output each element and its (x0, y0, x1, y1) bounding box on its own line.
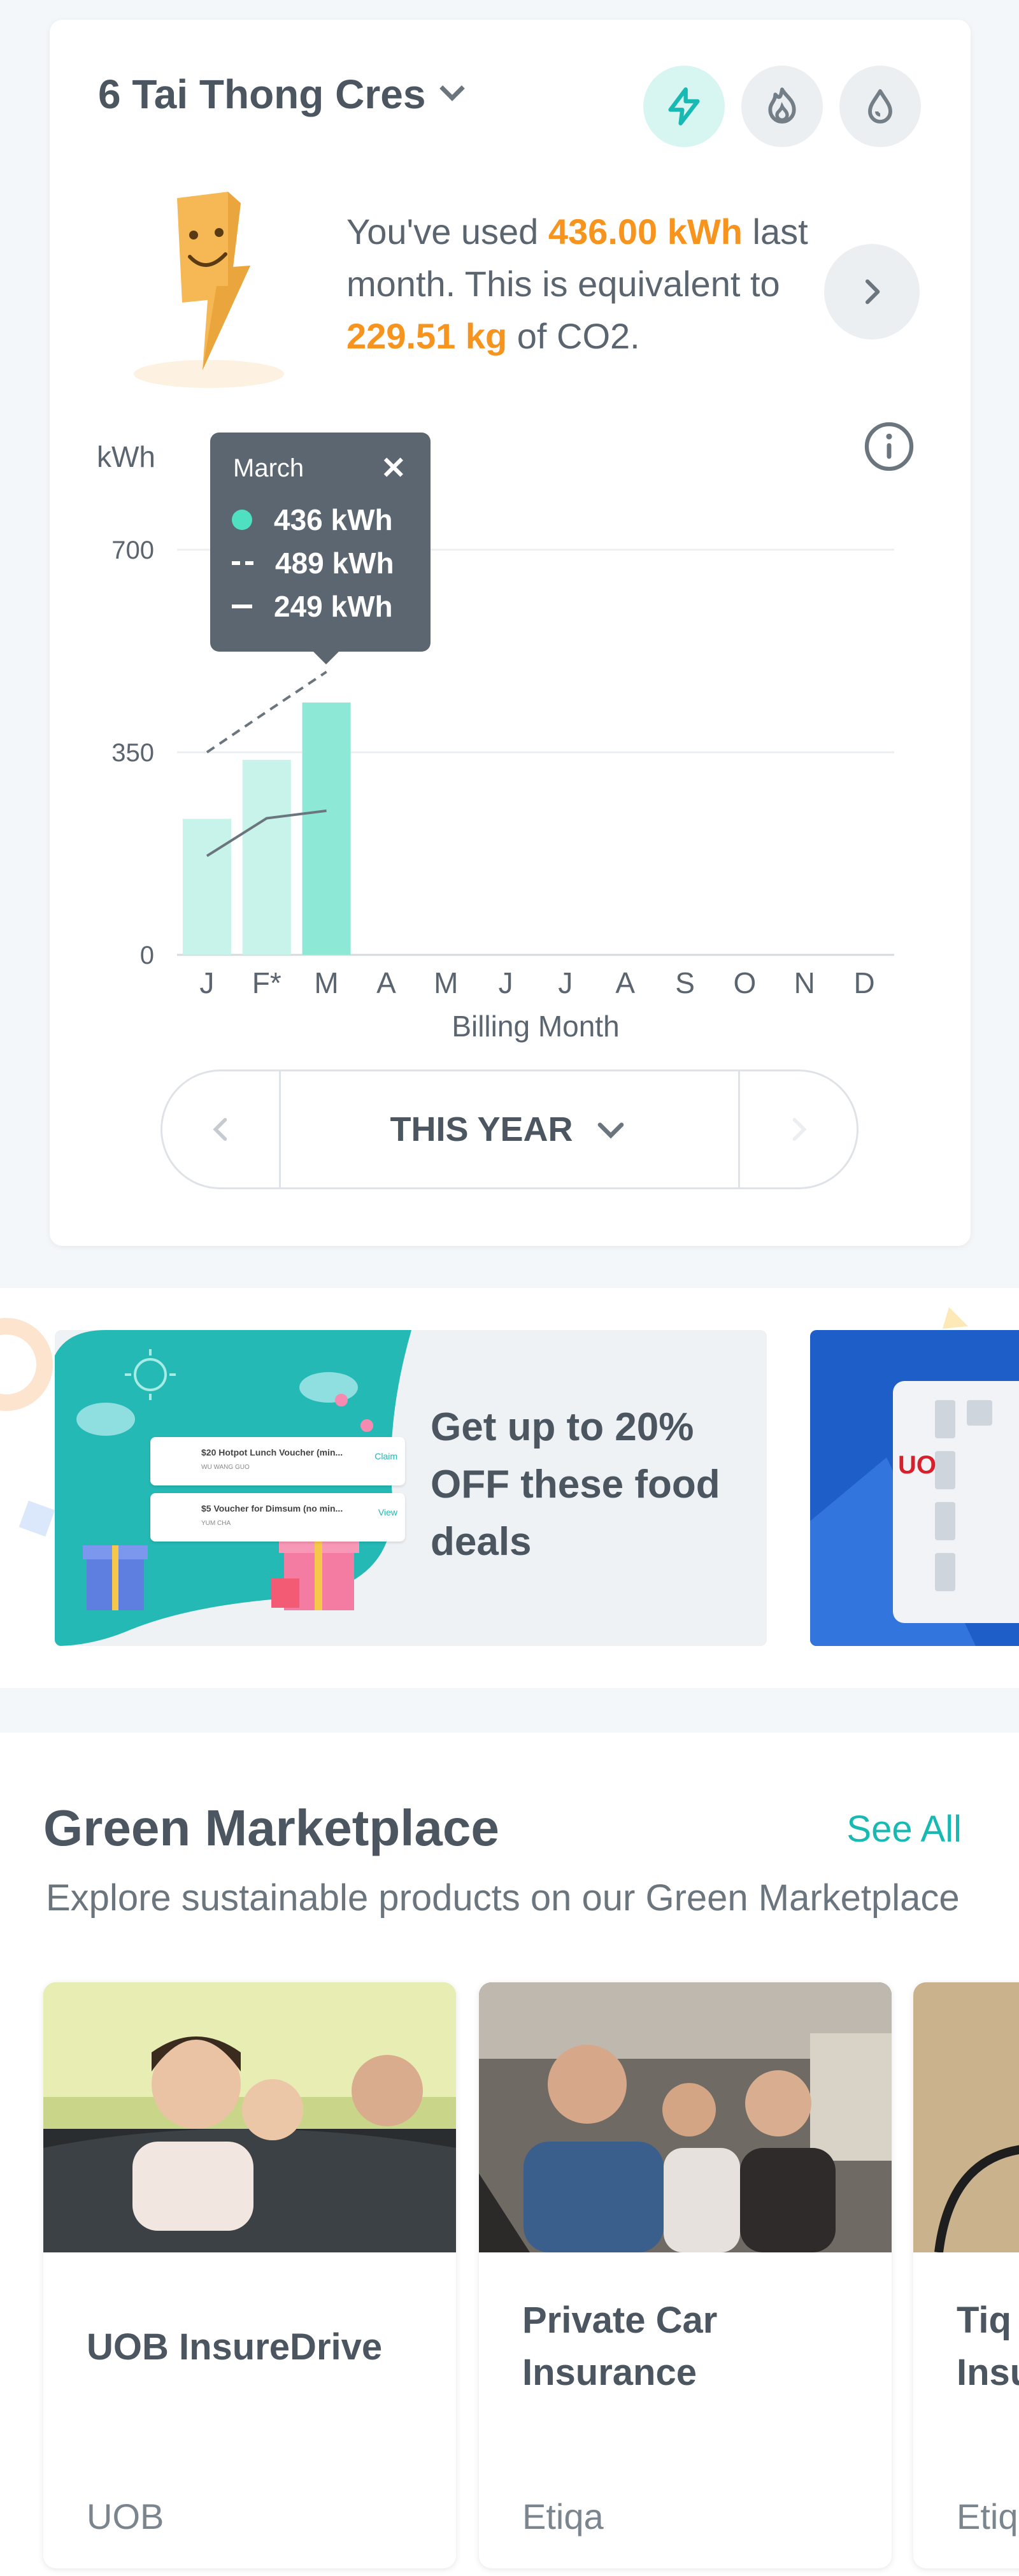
x-tick-label: M (434, 966, 458, 999)
tooltip-value-solid: 249 kWh (274, 590, 393, 623)
usage-bar (302, 702, 351, 955)
chevron-left-icon (212, 1118, 227, 1141)
tooltip-value-dashed: 489 kWh (275, 547, 394, 580)
summary-prefix: You've used (346, 211, 548, 252)
promo-carousel: $20 Hotpot Lunch Voucher (min... WU WANG… (0, 1288, 1019, 1688)
chevron-down-icon (439, 76, 466, 101)
product-image (913, 1982, 1019, 2252)
usage-chart: kWh 700 350 0 J F* M A M J J A S O N D Billing Month (97, 440, 894, 1043)
x-tick-label: N (794, 966, 815, 999)
section-subtitle: Explore sustainable products on our Gree… (46, 1877, 960, 1919)
voucher-merchant: YUM CHA (201, 1520, 231, 1527)
gas-icon (768, 87, 796, 124)
details-button[interactable] (824, 244, 920, 340)
green-marketplace-section: Green Marketplace See All Explore sustai… (0, 1733, 1019, 2576)
promo-illustration (55, 1330, 411, 1646)
energy-mascot (134, 192, 284, 388)
product-brand: UOB (87, 2496, 164, 2537)
y-tick-label: 0 (140, 941, 154, 970)
x-tick-label: J (199, 966, 214, 999)
summary-kwh: 436.00 kWh (548, 211, 743, 252)
period-label: THIS YEAR (390, 1110, 573, 1148)
summary-co2: 229.51 kg (346, 316, 508, 356)
product-card-uob-insuredrive[interactable]: UOB InsureDrive UOB (43, 1982, 456, 2568)
period-dropdown[interactable]: THIS YEAR (281, 1071, 738, 1187)
period-selector: THIS YEAR (160, 1070, 859, 1189)
x-tick-label: J (558, 966, 573, 999)
voucher-hotpot: $20 Hotpot Lunch Voucher (min... WU WANG… (150, 1437, 405, 1485)
product-card-private-car-insurance[interactable]: Private Car Insurance Etiqa (479, 1982, 892, 2568)
see-all-link[interactable]: See All (846, 1808, 962, 1850)
gas-tab[interactable] (741, 66, 823, 147)
product-name: Tiq Insu (957, 2300, 1019, 2393)
promo-card-illustration (810, 1381, 1019, 1646)
solid-line-icon (232, 605, 252, 608)
close-icon[interactable]: ✕ (381, 450, 406, 486)
chart-tooltip: March ✕ 436 kWh 489 kWh 249 kWh (210, 433, 431, 664)
product-name: UOB InsureDrive (87, 2326, 383, 2368)
x-tick-label: D (853, 966, 874, 999)
series-dot-icon (232, 510, 252, 530)
tooltip-value-usage: 436 kWh (274, 503, 393, 536)
tooltip-row-solid: 249 kWh (232, 589, 393, 624)
product-image (479, 1982, 892, 2252)
product-brand: Etiq (957, 2496, 1018, 2537)
voucher-claim-link: Claim (374, 1451, 397, 1461)
promo-card-food-deals[interactable]: $20 Hotpot Lunch Voucher (min... WU WANG… (55, 1330, 767, 1646)
chevron-down-icon (597, 1122, 624, 1139)
y-tick-label: 700 (111, 536, 154, 564)
summary-suffix: of CO2. (507, 316, 640, 356)
tooltip-row-dashed: 489 kWh (232, 546, 394, 580)
voucher-dimsum: $5 Voucher for Dimsum (no min... YUM CHA… (150, 1493, 405, 1542)
voucher-merchant: WU WANG GUO (201, 1464, 250, 1471)
water-icon (868, 89, 892, 124)
address-label: 6 Tai Thong Cres (98, 71, 426, 117)
promo-card-uob[interactable]: UO (810, 1330, 1019, 1646)
y-axis-label: kWh (97, 440, 155, 473)
electricity-icon (668, 87, 700, 125)
product-brand: Etiqa (522, 2496, 604, 2537)
address-selector[interactable]: 6 Tai Thong Cres (98, 71, 466, 118)
x-axis-label: Billing Month (452, 1010, 619, 1043)
x-tick-label: O (734, 966, 757, 999)
x-tick-label: S (675, 966, 695, 999)
usage-bar (242, 759, 291, 955)
y-tick-label: 350 (111, 739, 154, 767)
water-tab[interactable] (839, 66, 921, 147)
tooltip-month: March (233, 454, 304, 482)
previous-period-button[interactable] (162, 1071, 281, 1187)
promo-headline: Get up to 20% OFF these food deals (431, 1405, 720, 1564)
product-image (43, 1982, 456, 2252)
dashed-line-icon (232, 561, 253, 565)
chevron-right-icon (865, 279, 880, 304)
product-name: Private Car Insurance (522, 2300, 718, 2393)
info-icon[interactable] (862, 420, 916, 473)
x-tick-label: A (376, 966, 396, 999)
x-tick-label: J (499, 966, 513, 999)
x-tick-label: M (314, 966, 338, 999)
electricity-tab[interactable] (643, 66, 725, 147)
x-tick-label: A (615, 966, 635, 999)
tooltip-row-usage: 436 kWh (232, 503, 393, 537)
voucher-view-link: View (378, 1507, 397, 1517)
section-title: Green Marketplace (43, 1800, 499, 1856)
chevron-right-icon (792, 1118, 807, 1141)
product-card-tiq-insurance[interactable]: Tiq Insu Etiq (913, 1982, 1019, 2568)
usage-summary: You've used 436.00 kWh last month. This … (346, 206, 856, 362)
next-period-button[interactable] (738, 1071, 857, 1187)
voucher-title: $5 Voucher for Dimsum (no min... (201, 1503, 343, 1513)
usage-card: 6 Tai Thong Cres You've used 436.00 kWh … (50, 20, 971, 1246)
usage-bar (182, 819, 231, 955)
voucher-title: $20 Hotpot Lunch Voucher (min... (201, 1447, 343, 1457)
x-tick-label: F* (252, 966, 281, 999)
uob-logo: UO (898, 1451, 936, 1479)
